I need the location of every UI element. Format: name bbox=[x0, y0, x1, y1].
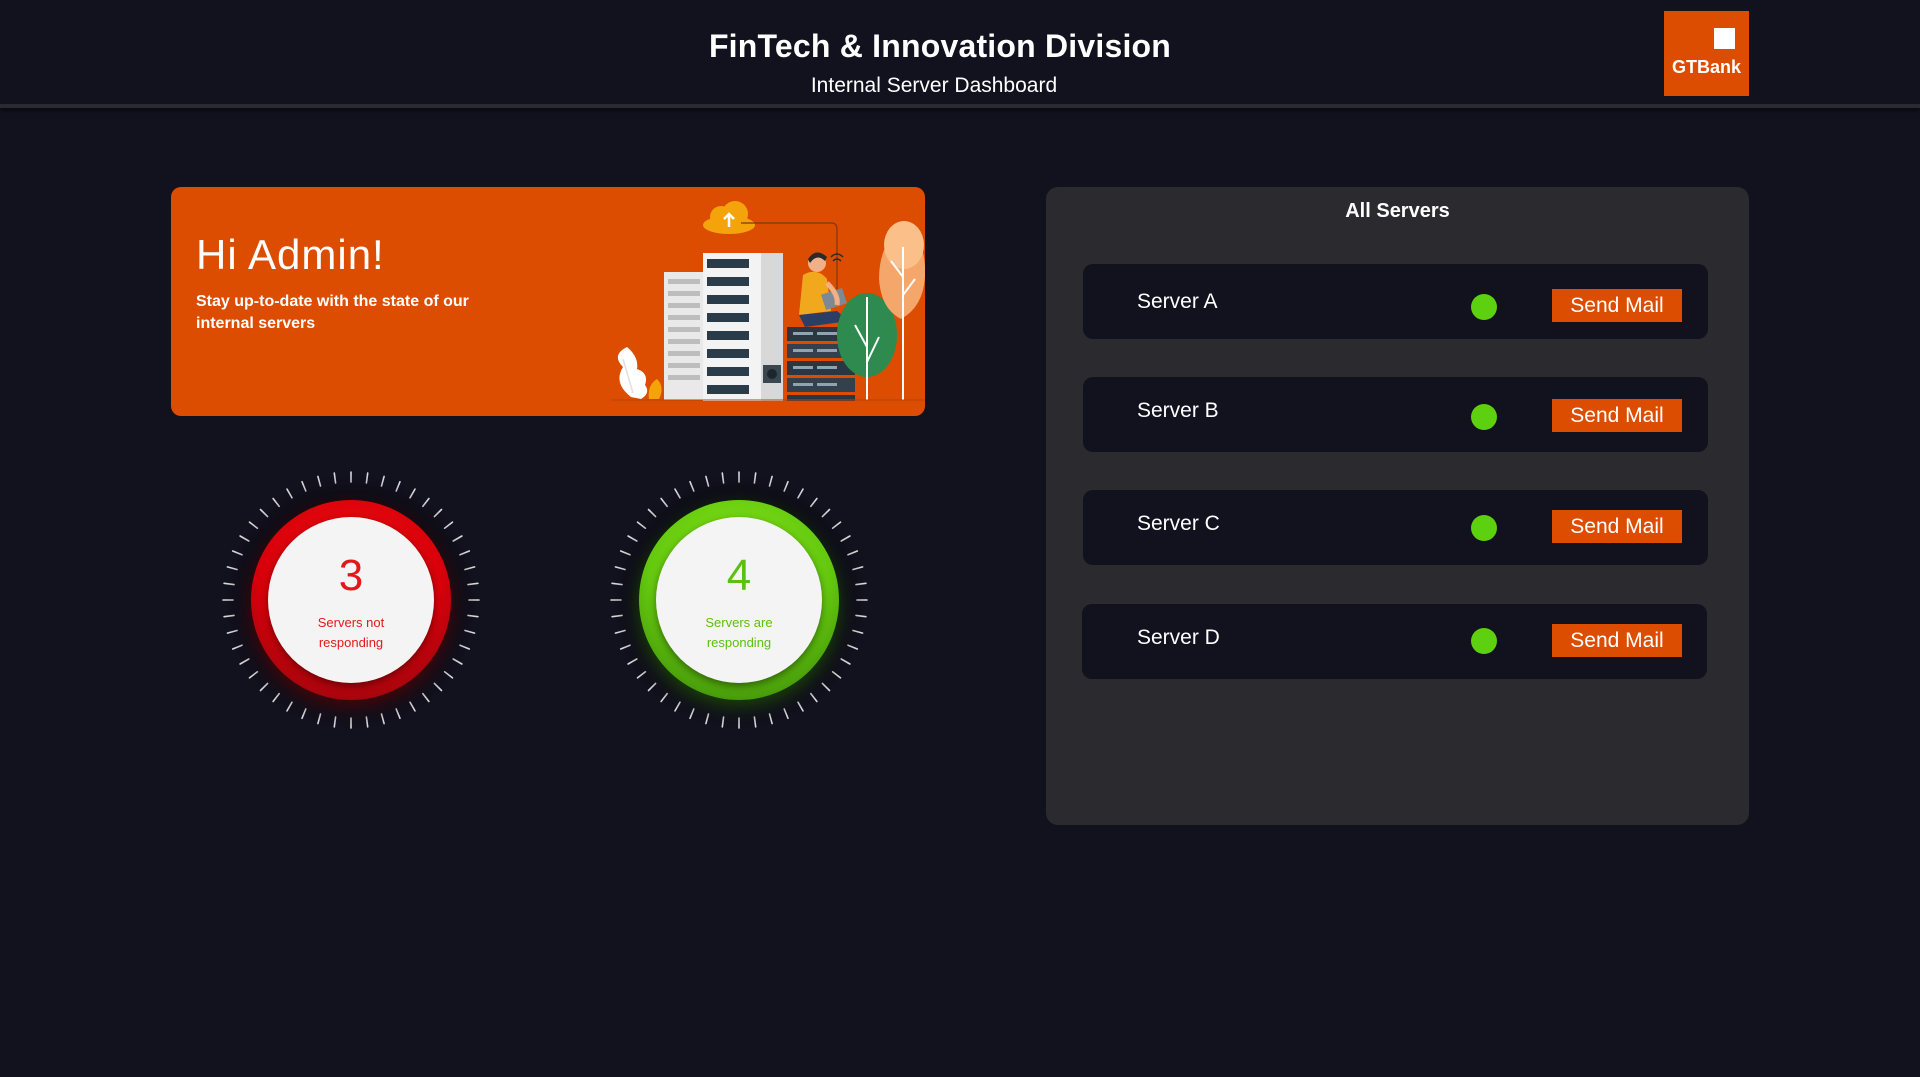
banner-greeting: Hi Admin! bbox=[196, 231, 385, 278]
gauge-face: 4 Servers are responding bbox=[656, 517, 822, 683]
responding-count: 4 bbox=[726, 551, 752, 600]
responding-label: Servers are responding bbox=[705, 615, 773, 650]
send-mail-button-server-d[interactable]: Send Mail bbox=[1552, 624, 1682, 657]
banner-description: Stay up-to-date with the state of our in… bbox=[196, 293, 469, 332]
send-mail-button-server-c[interactable]: Send Mail bbox=[1552, 510, 1682, 543]
all-servers-panel: All Servers Server A Send Mail Server B … bbox=[1046, 187, 1749, 825]
leaf-plant-icon bbox=[617, 347, 662, 399]
server-name: Server D bbox=[1137, 626, 1220, 649]
not-responding-count: 3 bbox=[338, 551, 364, 600]
page-subtitle: Internal Server Dashboard bbox=[810, 74, 1058, 97]
status-indicator-icon bbox=[1471, 294, 1497, 320]
not-responding-label: Servers not responding bbox=[317, 615, 385, 650]
gauge-servers-responding: 4 Servers are responding bbox=[594, 455, 884, 745]
server-row-d: Server D Send Mail bbox=[1082, 604, 1707, 679]
cloud-upload-icon bbox=[703, 201, 755, 234]
gauge-face: 3 Servers not responding bbox=[268, 517, 434, 683]
server-name: Server C bbox=[1137, 512, 1220, 535]
status-indicator-icon bbox=[1471, 515, 1497, 541]
panel-title: All Servers bbox=[1345, 200, 1450, 222]
welcome-banner: Hi Admin! Stay up-to-date with the state… bbox=[171, 187, 925, 416]
server-room-illustration-icon bbox=[611, 201, 925, 401]
send-mail-button-server-a[interactable]: Send Mail bbox=[1552, 289, 1682, 322]
gauge-servers-not-responding: 3 Servers not responding bbox=[206, 455, 496, 745]
send-mail-button-server-b[interactable]: Send Mail bbox=[1552, 399, 1682, 432]
logo-text: GTBank bbox=[1671, 57, 1741, 77]
server-row-b: Server B Send Mail bbox=[1083, 377, 1708, 452]
header: FinTech & Innovation Division Internal S… bbox=[0, 0, 1920, 108]
gtbank-logo: GTBank bbox=[1664, 11, 1749, 96]
status-indicator-icon bbox=[1471, 404, 1497, 430]
server-name: Server A bbox=[1137, 290, 1218, 313]
server-name: Server B bbox=[1137, 399, 1219, 422]
status-indicator-icon bbox=[1471, 628, 1497, 654]
logo-square-icon bbox=[1714, 28, 1735, 49]
page-title: FinTech & Innovation Division bbox=[708, 28, 1172, 64]
server-row-c: Server C Send Mail bbox=[1083, 490, 1708, 565]
server-row-a: Server A Send Mail bbox=[1083, 264, 1708, 339]
